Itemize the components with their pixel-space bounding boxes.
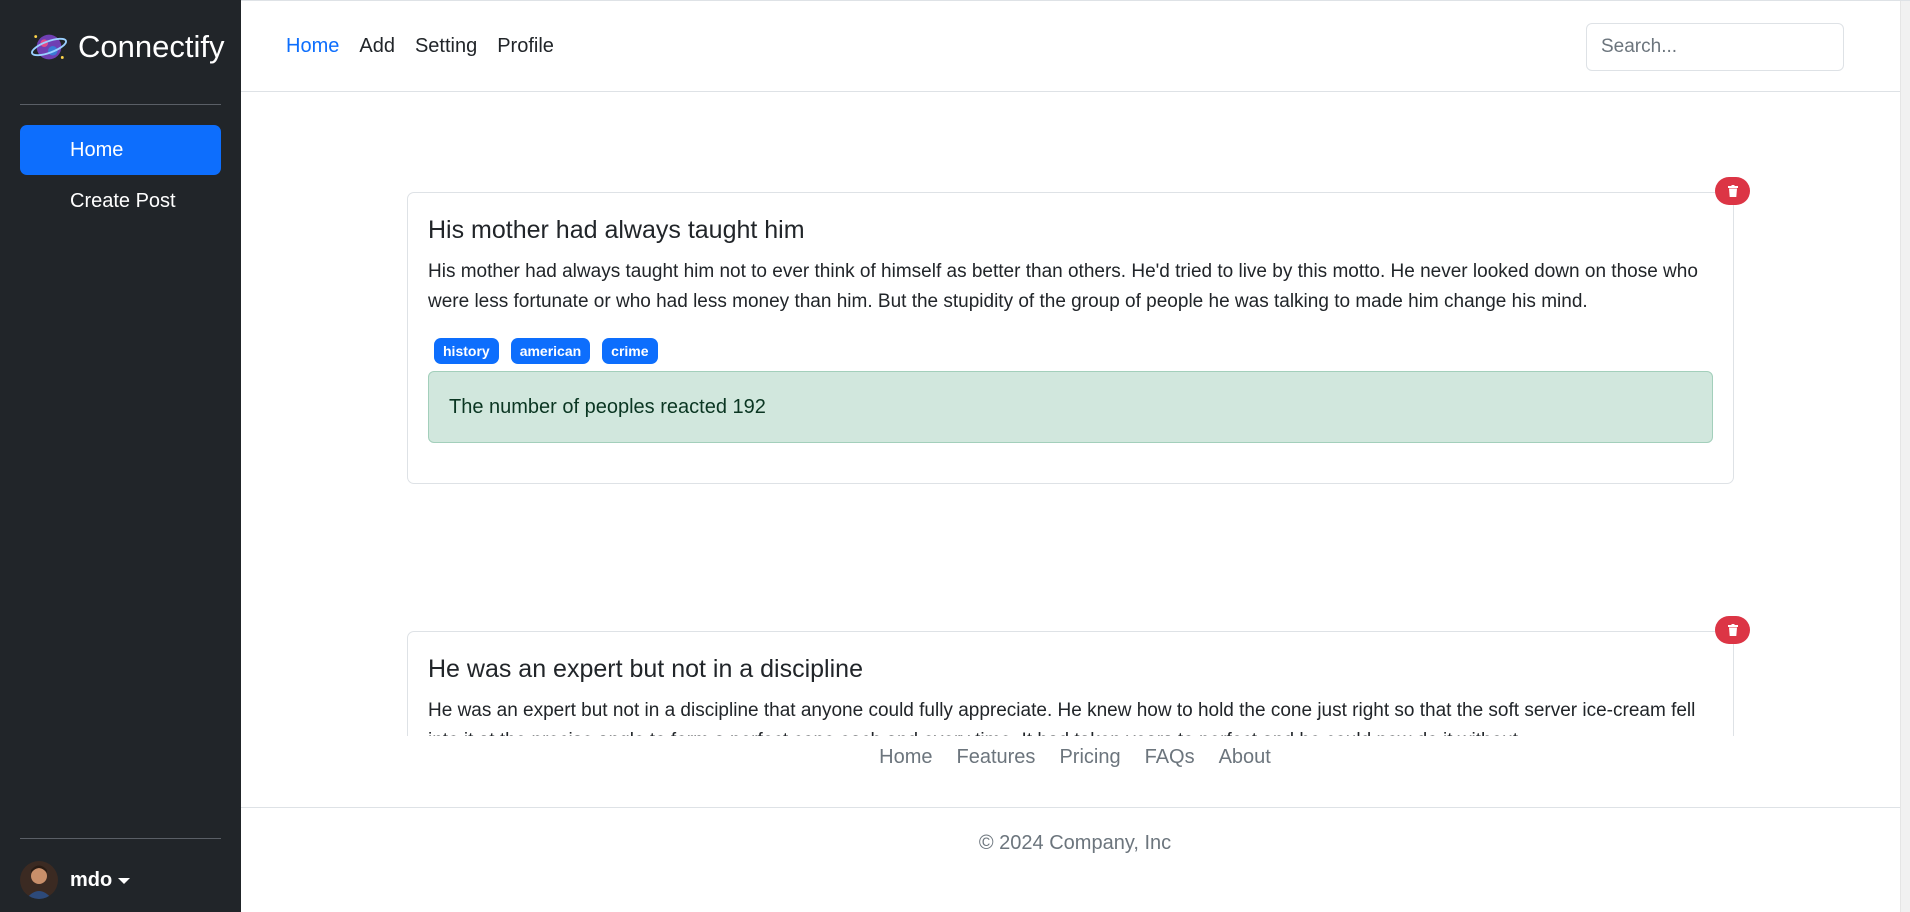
post-body: His mother had always taught him not to … (428, 261, 1698, 312)
chevron-down-icon (118, 878, 131, 884)
footer-link-faqs[interactable]: FAQs (1145, 746, 1195, 769)
post-card: His mother had always taught him His mot… (407, 192, 1734, 484)
post-tags: history american crime (428, 338, 1713, 364)
post-body: He was an expert but not in a discipline… (428, 700, 1696, 736)
planet-logo-icon (30, 34, 68, 60)
footer-link-pricing[interactable]: Pricing (1059, 746, 1120, 769)
footer-link-about[interactable]: About (1219, 746, 1271, 769)
footer-link-home[interactable]: Home (879, 746, 932, 769)
app-root: Connectify Home Create Post mdo Home Add… (0, 0, 1910, 912)
topnav-home-link[interactable]: Home (286, 35, 339, 58)
trash-icon (1727, 624, 1738, 636)
topnav-profile-link[interactable]: Profile (497, 35, 554, 58)
sidebar-item-home[interactable]: Home (20, 125, 221, 175)
footer-nav: Home Features Pricing FAQs About (241, 746, 1909, 769)
sidebar-item-create-post[interactable]: Create Post (20, 176, 221, 226)
page-scrollbar[interactable] (1900, 1, 1910, 912)
sidebar-divider-bottom (20, 838, 221, 839)
user-dropdown[interactable]: mdo (20, 861, 131, 899)
copyright-text: © 2024 Company, Inc (978, 832, 1172, 854)
user-name: mdo (70, 868, 113, 891)
user-avatar (20, 861, 58, 899)
trash-icon (1727, 185, 1738, 197)
delete-post-button[interactable] (1715, 177, 1750, 205)
post-title: His mother had always taught him (428, 216, 805, 244)
post-feed[interactable]: His mother had always taught him His mot… (241, 92, 1909, 736)
reaction-count-alert: The number of peoples reacted 192 (428, 371, 1713, 443)
search-input[interactable] (1586, 23, 1844, 71)
sidebar: Connectify Home Create Post mdo (0, 0, 241, 912)
tag-badge[interactable]: history (434, 338, 499, 364)
post-card: He was an expert but not in a discipline… (407, 631, 1734, 736)
main-area: Home Add Setting Profile His mother had … (241, 0, 1910, 912)
top-navbar: Home Add Setting Profile (241, 1, 1910, 92)
topnav-setting-link[interactable]: Setting (415, 35, 477, 58)
tag-badge[interactable]: crime (602, 338, 658, 364)
footer-link-features[interactable]: Features (957, 746, 1036, 769)
topnav-add-link[interactable]: Add (359, 35, 395, 58)
footer-divider (241, 807, 1909, 808)
brand[interactable]: Connectify (30, 28, 224, 66)
top-nav: Home Add Setting Profile (286, 35, 554, 58)
delete-post-button[interactable] (1715, 616, 1750, 644)
sidebar-divider-top (20, 104, 221, 105)
brand-name: Connectify (78, 29, 225, 64)
tag-badge[interactable]: american (510, 338, 591, 364)
post-title: He was an expert but not in a discipline (428, 655, 863, 683)
